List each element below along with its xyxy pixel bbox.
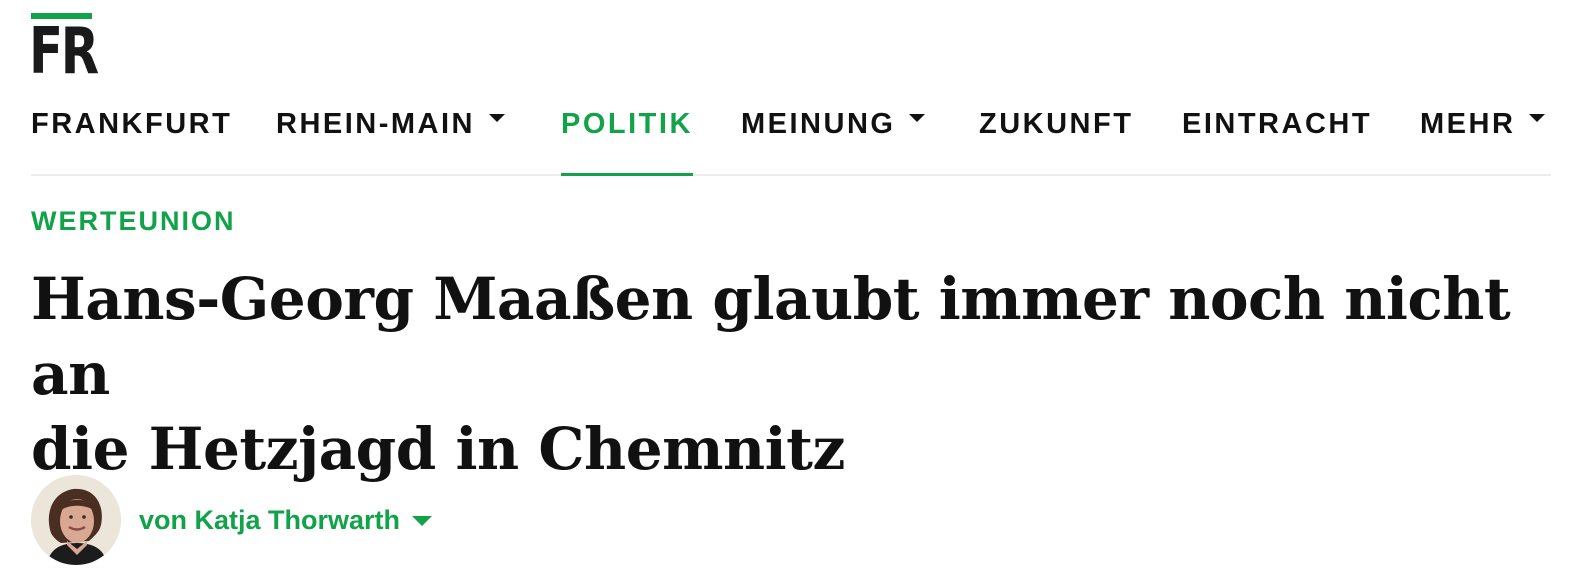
chevron-down-icon[interactable]: [1529, 114, 1546, 122]
logo-text: FR: [29, 15, 99, 89]
site-logo[interactable]: FR: [29, 13, 99, 87]
author-name: von Katja Thorwarth: [139, 504, 401, 535]
main-navigation: FRANKFURT RHEIN-MAIN POLITIK MEINUNG ZUK…: [31, 100, 1551, 176]
author-name-dropdown[interactable]: von Katja Thorwarth: [139, 504, 433, 536]
chevron-down-icon[interactable]: [412, 516, 433, 526]
nav-item-zukunft[interactable]: ZUKUNFT: [979, 100, 1133, 174]
chevron-down-icon[interactable]: [909, 114, 926, 122]
nav-item-label: FRANKFURT: [31, 108, 233, 140]
nav-item-label: POLITIK: [561, 108, 693, 140]
article-headline: Hans-Georg Maaßen glaubt immer noch nich…: [31, 262, 1511, 487]
author-avatar[interactable]: [31, 475, 121, 565]
nav-item-politik[interactable]: POLITIK: [561, 100, 693, 176]
author-portrait-icon: [31, 475, 121, 565]
nav-item-meinung[interactable]: MEINUNG: [741, 100, 926, 174]
nav-item-rhein-main[interactable]: RHEIN-MAIN: [276, 100, 505, 174]
nav-item-label: MEHR: [1420, 108, 1516, 140]
headline-line-1: Hans-Georg Maaßen glaubt immer noch nich…: [31, 265, 1511, 408]
article-kicker[interactable]: WERTEUNION: [31, 204, 236, 238]
nav-item-frankfurt[interactable]: FRANKFURT: [31, 100, 232, 174]
nav-item-label: RHEIN-MAIN: [276, 108, 475, 140]
nav-item-label: MEINUNG: [741, 108, 896, 140]
nav-item-label: ZUKUNFT: [979, 108, 1134, 140]
chevron-down-icon[interactable]: [489, 114, 505, 122]
nav-item-eintracht[interactable]: EINTRACHT: [1182, 100, 1372, 174]
nav-item-label: EINTRACHT: [1182, 108, 1373, 140]
nav-item-mehr[interactable]: MEHR: [1420, 100, 1546, 174]
author-byline: von Katja Thorwarth: [31, 475, 433, 565]
headline-line-2: die Hetzjagd in Chemnitz: [31, 415, 845, 483]
